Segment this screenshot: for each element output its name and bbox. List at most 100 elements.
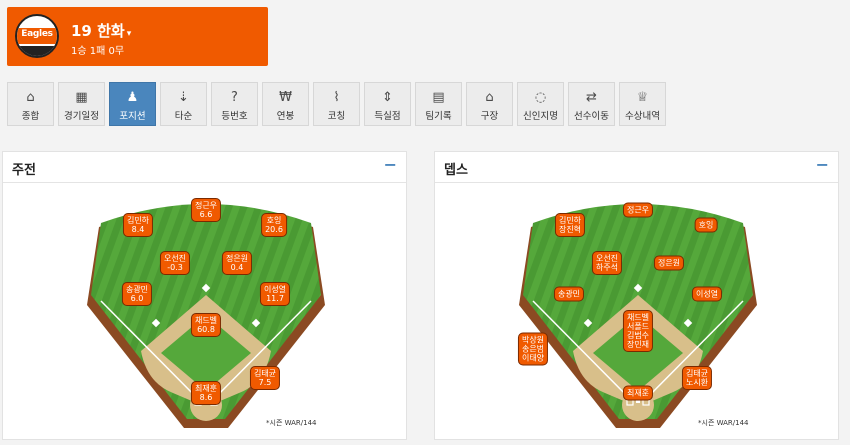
stadium-icon: ⌂ (485, 90, 494, 105)
war-value: 6.6 (199, 210, 213, 219)
nav-button-label: 수상내역 (625, 111, 660, 122)
spinner-icon: ◌ (534, 90, 547, 105)
collapse-button[interactable]: − (816, 155, 829, 174)
nav-button-3[interactable]: ⇣ 타순 (160, 82, 207, 126)
war-value: 8.6 (199, 393, 213, 402)
position-tag-2b[interactable]: 정은원 0.4 (221, 251, 253, 275)
war-value: 7.5 (258, 378, 272, 387)
player-name: 정근우 (194, 201, 218, 210)
position-tag-dh[interactable]: 김태균 노시환 (681, 366, 713, 390)
nav-button-8[interactable]: ▤ 팀기록 (415, 82, 462, 126)
player-icon: ♟ (126, 90, 139, 105)
position-tag-ss[interactable]: 오선진 -0.3 (159, 251, 191, 275)
player-name: 채드벨 (626, 313, 650, 322)
nav-button-6[interactable]: ⌇ 코칭 (313, 82, 360, 126)
war-value: 8.4 (131, 225, 145, 234)
team-header[interactable]: Eagles 19 한화 ▾ 1승 1패 0무 (7, 7, 268, 66)
position-tag-bench[interactable]: 박상원 송은범 이태양 (517, 332, 549, 366)
player-name: 장민재 (626, 340, 650, 349)
player-name: 이성열 (263, 285, 287, 294)
nav-button-label: 구장 (480, 111, 499, 122)
nav-button-label: 등번호 (221, 111, 248, 122)
home-icon: ⌂ (26, 90, 35, 105)
nav-button-label: 타순 (174, 111, 193, 122)
player-name: 이성열 (695, 289, 719, 299)
calendar-icon: ▦ (75, 90, 88, 105)
player-name: 서폴드 (626, 322, 650, 331)
position-tag-lf[interactable]: 김민하 장진혁 (554, 213, 586, 237)
nav-button-10[interactable]: ◌ 신인지명 (517, 82, 564, 126)
nav-button-label: 포지션 (119, 111, 146, 122)
position-tag-cf[interactable]: 정근우 (622, 202, 654, 218)
position-tag-ss[interactable]: 오선진 하주석 (591, 251, 623, 275)
team-selector[interactable]: 19 한화 ▾ (71, 20, 131, 41)
position-tag-1b[interactable]: 이성열 (691, 286, 723, 302)
panel-header (435, 152, 838, 183)
nav-button-7[interactable]: ⇕ 득실점 (364, 82, 411, 126)
player-name: 송광민 (125, 285, 149, 294)
player-name: 이태양 (521, 353, 545, 363)
player-name: 오선진 (163, 254, 187, 263)
starters-panel: 주전 − *시즌 WAR/144 김민하 8.4 정근우 6.6 호잉 20.6 오선진 -0… (2, 151, 407, 440)
war-note: *시즌 WAR/144 (266, 419, 317, 427)
chart-icon: ⌇ (333, 90, 340, 105)
position-tag-c[interactable]: 최재훈 (622, 385, 654, 401)
position-tag-p[interactable]: 채드벨 60.8 (190, 313, 222, 337)
trophy-icon: ♕ (636, 90, 649, 105)
player-name: 김태균 (685, 369, 709, 378)
position-tag-2b[interactable]: 정은원 (653, 255, 685, 271)
nav-button-4[interactable]: ? 등번호 (211, 82, 258, 126)
exchange-icon: ⇄ (586, 90, 597, 105)
caret-down-icon: ▾ (126, 29, 132, 39)
position-tag-3b[interactable]: 송광민 (553, 286, 585, 302)
team-logo: Eagles (15, 14, 59, 58)
position-tag-1b[interactable]: 이성열 11.7 (259, 282, 291, 306)
player-name: 오선진 (595, 254, 619, 263)
player-name: 김민하 (558, 216, 582, 225)
player-name: 송광민 (557, 289, 581, 299)
position-tag-lf[interactable]: 김민하 8.4 (122, 213, 154, 237)
war-value: 11.7 (266, 294, 284, 303)
position-tag-p[interactable]: 채드벨 서폴드 김범수 장민재 (622, 310, 654, 352)
nav-button-label: 코칭 (327, 111, 346, 122)
player-name: 하주석 (595, 263, 619, 272)
team-logo-text: Eagles (21, 29, 53, 39)
player-name: 정근우 (626, 205, 650, 215)
player-name: 김태균 (253, 369, 277, 378)
nav-button-label: 신인지명 (523, 111, 558, 122)
war-value: 0.4 (230, 263, 244, 272)
position-tag-dh[interactable]: 김태균 7.5 (249, 366, 281, 390)
position-tag-rf[interactable]: 호잉 20.6 (261, 213, 287, 237)
table-icon: ▤ (432, 90, 445, 105)
player-name: 호잉 (266, 216, 282, 225)
nav-button-label: 득실점 (374, 111, 401, 122)
panel-header (3, 152, 406, 183)
nav-button-9[interactable]: ⌂ 구장 (466, 82, 513, 126)
player-name: 노시환 (685, 378, 709, 387)
player-name: 정은원 (225, 254, 249, 263)
position-tag-cf[interactable]: 정근우 6.6 (190, 198, 222, 222)
war-value: 20.6 (265, 225, 283, 234)
nav-button-5[interactable]: ₩ 연봉 (262, 82, 309, 126)
player-name: 김민하 (126, 216, 150, 225)
nav-button-2[interactable]: ♟ 포지션 (109, 82, 156, 126)
position-tag-rf[interactable]: 호잉 (694, 217, 718, 233)
question-icon: ? (231, 90, 238, 105)
nav-button-12[interactable]: ♕ 수상내역 (619, 82, 666, 126)
batting-order-icon: ⇣ (178, 90, 189, 105)
nav-button-11[interactable]: ⇄ 선수이동 (568, 82, 615, 126)
nav-button-label: 선수이동 (574, 111, 609, 122)
position-tag-3b[interactable]: 송광민 6.0 (121, 282, 153, 306)
nav-button-label: 연봉 (276, 111, 295, 122)
player-name: 장진혁 (558, 225, 582, 234)
player-name: 최재훈 (626, 388, 650, 398)
nav-button-1[interactable]: ▦ 경기일정 (58, 82, 105, 126)
player-name: 정은원 (657, 258, 681, 268)
player-name: 송은범 (521, 344, 545, 354)
collapse-button[interactable]: − (384, 155, 397, 174)
position-tag-c[interactable]: 최재훈 8.6 (190, 381, 222, 405)
nav-button-0[interactable]: ⌂ 종합 (7, 82, 54, 126)
nav-button-label: 종합 (21, 111, 40, 122)
nav-button-label: 팀기록 (425, 111, 452, 122)
war-value: -0.3 (167, 263, 183, 272)
